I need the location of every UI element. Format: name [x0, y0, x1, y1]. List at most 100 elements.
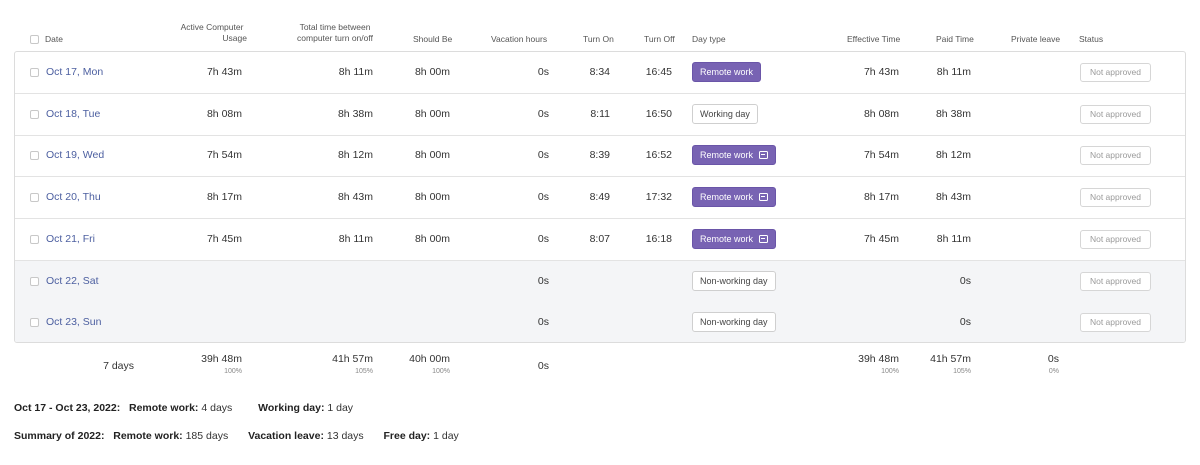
- day-type-badge[interactable]: Working day: [692, 103, 758, 124]
- row-should-be: 8h 00m: [414, 191, 450, 204]
- row-total-time: 8h 11m: [338, 66, 373, 78]
- year-free-value: 1 day: [433, 430, 459, 442]
- row-paid-time: 8h 43m: [935, 191, 971, 204]
- day-type-label: Remote work: [700, 233, 754, 244]
- status-badge[interactable]: Not approved: [1080, 271, 1151, 291]
- row-active-usage: 8h 08m: [206, 107, 242, 120]
- row-should-be: 8h 00m: [414, 107, 450, 120]
- header-date[interactable]: Date: [45, 34, 63, 45]
- table-row[interactable]: Oct 17, Mon 7h 43m 8h 11m 8h 00m 0s 8:34 16:45…: [15, 52, 1185, 94]
- header-paid-time[interactable]: Paid Time: [936, 34, 974, 45]
- table-row[interactable]: Oct 20, Thu 8h 17m 8h 43m 8h 00m 0s 8:49 17:32…: [15, 177, 1185, 220]
- row-vacation-hours: 0s: [537, 316, 549, 329]
- table-row[interactable]: Oct 21, Fri 7h 45m 8h 11m 8h 00m 0s 8:07 16:18…: [15, 219, 1185, 261]
- header-turn-on[interactable]: Turn On: [583, 34, 614, 45]
- row-vacation-hours: 0s: [537, 232, 549, 245]
- row-vacation-hours: 0s: [537, 107, 549, 120]
- row-checkbox[interactable]: [30, 318, 39, 328]
- row-date[interactable]: Oct 23, Sun: [46, 316, 101, 329]
- table-row[interactable]: Oct 22, Sat 0s 0s Non-working day Not approv…: [15, 260, 1185, 303]
- row-paid-time: 0s: [959, 274, 971, 287]
- row-effective-time: 8h 17m: [863, 191, 899, 204]
- day-type-label: Working day: [700, 108, 750, 119]
- header-vacation-hours[interactable]: Vacation hours: [491, 34, 547, 45]
- row-date[interactable]: Oct 21, Fri: [46, 233, 95, 246]
- row-active-usage: 7h 54m: [206, 149, 242, 162]
- status-badge[interactable]: Not approved: [1080, 229, 1151, 249]
- week-summary: Oct 17 - Oct 23, 2022: Remote work: 4 da…: [14, 402, 353, 414]
- year-summary: Summary of 2022: Remote work: 185 days V…: [14, 430, 459, 442]
- status-badge[interactable]: Not approved: [1080, 104, 1151, 124]
- total-paid: 41h 57m: [930, 353, 971, 365]
- day-type-badge[interactable]: Remote work: [692, 62, 762, 82]
- row-checkbox[interactable]: [30, 68, 39, 77]
- row-effective-time: 8h 08m: [863, 107, 899, 120]
- row-paid-time: 8h 11m: [936, 232, 971, 245]
- header-status[interactable]: Status: [1079, 34, 1103, 45]
- row-active-usage: 8h 17m: [206, 191, 242, 204]
- row-effective-time: 7h 43m: [863, 66, 899, 78]
- total-computer-time-pct: 105%: [355, 368, 373, 375]
- comment-icon[interactable]: [759, 193, 769, 202]
- year-remote-value: 185 days: [185, 430, 229, 442]
- row-turn-off: 16:50: [645, 107, 672, 120]
- week-summary-range: Oct 17 - Oct 23, 2022:: [14, 402, 121, 414]
- row-turn-off: 17:32: [645, 191, 672, 204]
- week-remote-label: Remote work:: [129, 402, 199, 414]
- status-badge[interactable]: Not approved: [1080, 63, 1151, 82]
- header-day-type[interactable]: Day type: [692, 34, 726, 45]
- day-type-label: Remote work: [700, 150, 754, 161]
- year-vacation-value: 13 days: [326, 430, 364, 442]
- row-date[interactable]: Oct 20, Thu: [46, 191, 101, 204]
- status-badge[interactable]: Not approved: [1080, 313, 1151, 333]
- table-row[interactable]: Oct 19, Wed 7h 54m 8h 12m 8h 00m 0s 8:39 16:52…: [15, 135, 1185, 178]
- row-date[interactable]: Oct 19, Wed: [46, 149, 104, 162]
- total-computer-time: 41h 57m: [332, 353, 373, 365]
- table-row[interactable]: Oct 23, Sun 0s 0s Non-working day Not approv…: [15, 302, 1185, 342]
- header-active-usage[interactable]: Active Computer Usage: [168, 22, 256, 44]
- row-active-usage: 7h 45m: [206, 232, 242, 245]
- day-type-badge[interactable]: Remote work: [692, 145, 777, 166]
- row-checkbox[interactable]: [30, 234, 39, 244]
- total-should-be: 40h 00m: [409, 353, 450, 365]
- total-private-leave: 0s: [1047, 353, 1059, 365]
- year-remote-label: Remote work:: [113, 430, 183, 442]
- row-checkbox[interactable]: [30, 109, 39, 119]
- day-type-badge[interactable]: Remote work: [692, 187, 777, 208]
- header-total-time[interactable]: Total time between computer turn on/off: [283, 22, 387, 44]
- comment-icon[interactable]: [759, 234, 769, 243]
- row-should-be: 8h 00m: [414, 66, 450, 78]
- header-turn-off[interactable]: Turn Off: [644, 34, 675, 45]
- header-should-be[interactable]: Should Be: [413, 34, 452, 45]
- header-private-leave[interactable]: Private leave: [1011, 34, 1060, 45]
- comment-icon[interactable]: [759, 151, 769, 160]
- row-turn-off: 16:52: [645, 149, 672, 162]
- select-all-checkbox[interactable]: [30, 35, 39, 44]
- week-working-label: Working day:: [258, 402, 325, 414]
- total-private-leave-pct: 0%: [1048, 368, 1059, 375]
- total-active: 39h 48m: [201, 353, 242, 365]
- table-row[interactable]: Oct 18, Tue 8h 08m 8h 38m 8h 00m 0s 8:11 16:50…: [15, 94, 1185, 136]
- row-date[interactable]: Oct 17, Mon: [46, 66, 103, 79]
- row-turn-on: 8:49: [589, 191, 610, 204]
- total-effective: 39h 48m: [858, 353, 899, 365]
- status-badge[interactable]: Not approved: [1080, 188, 1151, 208]
- timesheet-table: Oct 17, Mon 7h 43m 8h 11m 8h 00m 0s 8:34 16:45…: [14, 51, 1186, 343]
- row-checkbox[interactable]: [30, 151, 39, 161]
- row-turn-on: 8:39: [589, 149, 610, 162]
- year-summary-label: Summary of 2022:: [14, 430, 105, 442]
- status-badge[interactable]: Not approved: [1080, 146, 1151, 166]
- total-days: 7 days: [103, 360, 134, 372]
- row-paid-time: 8h 11m: [936, 66, 971, 78]
- header-effective-time[interactable]: Effective Time: [847, 34, 900, 45]
- row-date[interactable]: Oct 22, Sat: [46, 275, 99, 288]
- row-checkbox[interactable]: [30, 276, 39, 286]
- day-type-badge[interactable]: Non-working day: [692, 312, 776, 333]
- day-type-badge[interactable]: Remote work: [692, 228, 777, 249]
- row-checkbox[interactable]: [30, 193, 39, 203]
- row-date[interactable]: Oct 18, Tue: [46, 108, 100, 121]
- week-working-value: 1 day: [327, 402, 354, 414]
- row-turn-on: 8:11: [590, 107, 610, 120]
- row-vacation-hours: 0s: [537, 149, 549, 162]
- day-type-badge[interactable]: Non-working day: [692, 270, 776, 291]
